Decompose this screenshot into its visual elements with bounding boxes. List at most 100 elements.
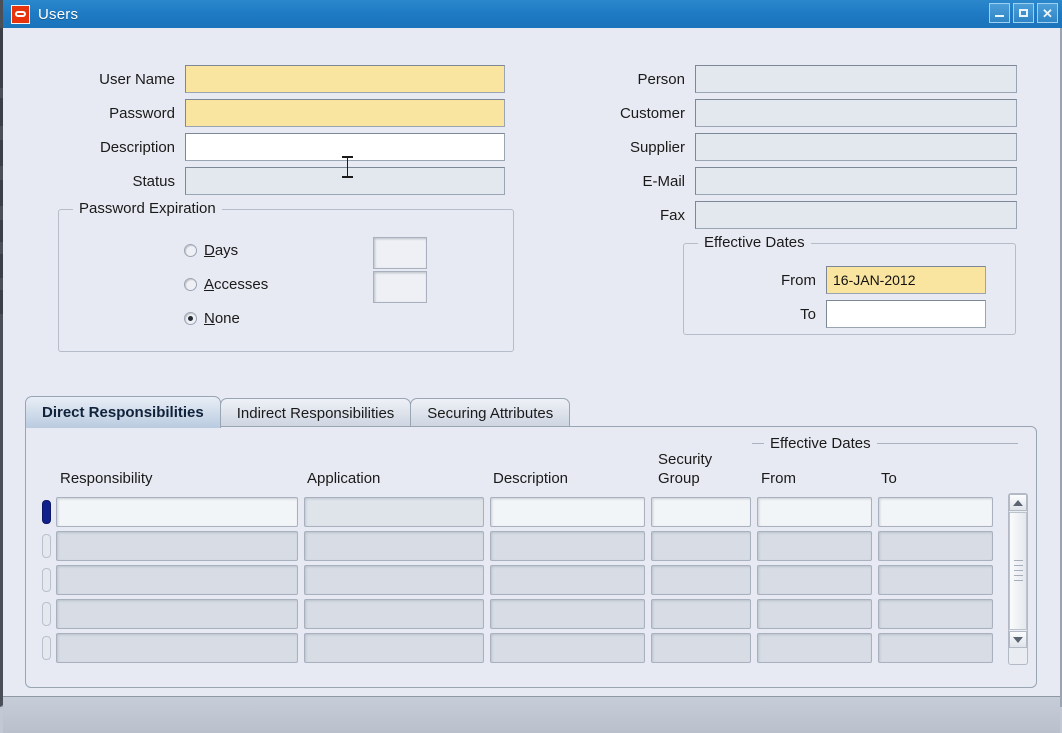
cell-security-group[interactable] bbox=[651, 531, 751, 561]
scroll-up-arrow-icon[interactable] bbox=[1009, 494, 1027, 511]
radio-accesses-label[interactable]: Accesses bbox=[204, 276, 268, 293]
table-row[interactable] bbox=[42, 529, 1002, 563]
tab-direct-responsibilities-label: Direct Responsibilities bbox=[42, 404, 204, 421]
cell-description[interactable] bbox=[490, 497, 645, 527]
tab-direct-responsibilities[interactable]: Direct Responsibilities bbox=[25, 396, 221, 428]
label-password: Password bbox=[109, 104, 175, 122]
close-button[interactable]: ✕ bbox=[1037, 3, 1058, 23]
radio-accesses-dot[interactable] bbox=[184, 278, 197, 291]
col-header-security-group: Security Group bbox=[658, 451, 713, 487]
label-eff-from: From bbox=[781, 271, 816, 289]
field-row-user-name: User Name bbox=[3, 65, 505, 93]
scrollbar-thumb[interactable] bbox=[1009, 512, 1027, 630]
cell-from[interactable] bbox=[757, 565, 872, 595]
cell-responsibility[interactable] bbox=[56, 633, 298, 663]
cell-description[interactable] bbox=[490, 531, 645, 561]
label-fax: Fax bbox=[659, 206, 685, 224]
cell-responsibility[interactable] bbox=[56, 599, 298, 629]
label-eff-to: To bbox=[800, 305, 816, 323]
cell-from[interactable] bbox=[757, 497, 872, 527]
radio-none-label[interactable]: None bbox=[204, 310, 240, 327]
radio-option-days[interactable]: Days bbox=[184, 242, 238, 259]
cell-security-group[interactable] bbox=[651, 599, 751, 629]
field-row-person: Person bbox=[503, 65, 1017, 93]
password-input[interactable] bbox=[185, 99, 505, 127]
table-row[interactable] bbox=[42, 563, 1002, 597]
bottom-chrome bbox=[3, 696, 1060, 733]
col-header-responsibility: Responsibility bbox=[60, 470, 153, 487]
cell-application[interactable] bbox=[304, 633, 484, 663]
tab-securing-attributes-label: Securing Attributes bbox=[427, 405, 554, 422]
cell-application[interactable] bbox=[304, 497, 484, 527]
cell-security-group[interactable] bbox=[651, 565, 751, 595]
maximize-button[interactable] bbox=[1013, 3, 1034, 23]
description-input[interactable] bbox=[185, 133, 505, 161]
cell-application[interactable] bbox=[304, 531, 484, 561]
label-supplier: Supplier bbox=[629, 138, 685, 156]
cell-responsibility[interactable] bbox=[56, 565, 298, 595]
radio-none-dot[interactable] bbox=[184, 312, 197, 325]
table-effective-dates-group-header: Effective Dates bbox=[752, 435, 1018, 452]
eff-date-from-input[interactable] bbox=[826, 266, 986, 294]
password-expiration-title: Password Expiration bbox=[73, 200, 222, 217]
cell-security-group[interactable] bbox=[651, 497, 751, 527]
col-header-from: From bbox=[761, 470, 796, 487]
radio-days-dot[interactable] bbox=[184, 244, 197, 257]
cell-from[interactable] bbox=[757, 633, 872, 663]
cell-to[interactable] bbox=[878, 599, 993, 629]
cell-responsibility[interactable] bbox=[56, 497, 298, 527]
radio-option-none[interactable]: None bbox=[184, 310, 240, 327]
cell-description[interactable] bbox=[490, 599, 645, 629]
user-name-input[interactable] bbox=[185, 65, 505, 93]
table-vertical-scrollbar[interactable] bbox=[1008, 493, 1028, 665]
label-customer: Customer bbox=[619, 104, 685, 122]
field-row-email: E-Mail bbox=[503, 167, 1017, 195]
window-controls: ✕ bbox=[989, 3, 1058, 23]
current-record-indicator bbox=[42, 500, 51, 524]
tab-indirect-responsibilities-label: Indirect Responsibilities bbox=[236, 405, 395, 422]
record-indicator bbox=[42, 568, 51, 592]
radio-option-accesses[interactable]: Accesses bbox=[184, 276, 268, 293]
table-row[interactable] bbox=[42, 597, 1002, 631]
label-person: Person bbox=[637, 70, 685, 88]
person-input bbox=[695, 65, 1017, 93]
cell-to[interactable] bbox=[878, 565, 993, 595]
minimize-button[interactable] bbox=[989, 3, 1010, 23]
accesses-value-input[interactable] bbox=[373, 271, 427, 303]
scroll-down-arrow-icon[interactable] bbox=[1009, 631, 1027, 648]
tab-indirect-responsibilities[interactable]: Indirect Responsibilities bbox=[219, 398, 412, 428]
cell-description[interactable] bbox=[490, 565, 645, 595]
table-row[interactable] bbox=[42, 631, 1002, 665]
record-indicator bbox=[42, 636, 51, 660]
cell-to[interactable] bbox=[878, 633, 993, 663]
col-header-description: Description bbox=[493, 470, 569, 487]
days-value-input[interactable] bbox=[373, 237, 427, 269]
effective-dates-title: Effective Dates bbox=[698, 234, 811, 251]
cell-application[interactable] bbox=[304, 565, 484, 595]
table-row[interactable] bbox=[42, 495, 1002, 529]
cell-security-group[interactable] bbox=[651, 633, 751, 663]
users-window: Users ✕ User Name Password Description S… bbox=[0, 0, 1062, 733]
label-user-name: User Name bbox=[99, 70, 175, 88]
field-row-password: Password bbox=[3, 99, 505, 127]
eff-date-to-input[interactable] bbox=[826, 300, 986, 328]
cell-to[interactable] bbox=[878, 531, 993, 561]
cell-from[interactable] bbox=[757, 599, 872, 629]
col-header-application: Application bbox=[307, 470, 381, 487]
cell-responsibility[interactable] bbox=[56, 531, 298, 561]
cell-application[interactable] bbox=[304, 599, 484, 629]
field-row-customer: Customer bbox=[503, 99, 1017, 127]
cell-to[interactable] bbox=[878, 497, 993, 527]
field-row-status: Status bbox=[3, 167, 505, 195]
radio-days-label[interactable]: Days bbox=[204, 242, 238, 259]
label-email: E-Mail bbox=[642, 172, 685, 190]
cell-from[interactable] bbox=[757, 531, 872, 561]
record-indicator bbox=[42, 534, 51, 558]
table-rows bbox=[42, 495, 1002, 665]
label-status: Status bbox=[132, 172, 175, 190]
customer-input bbox=[695, 99, 1017, 127]
table-header: Effective Dates Responsibility Applicati… bbox=[26, 427, 1036, 497]
cell-description[interactable] bbox=[490, 633, 645, 663]
field-row-eff-to: To bbox=[684, 300, 986, 328]
tab-securing-attributes[interactable]: Securing Attributes bbox=[410, 398, 571, 428]
